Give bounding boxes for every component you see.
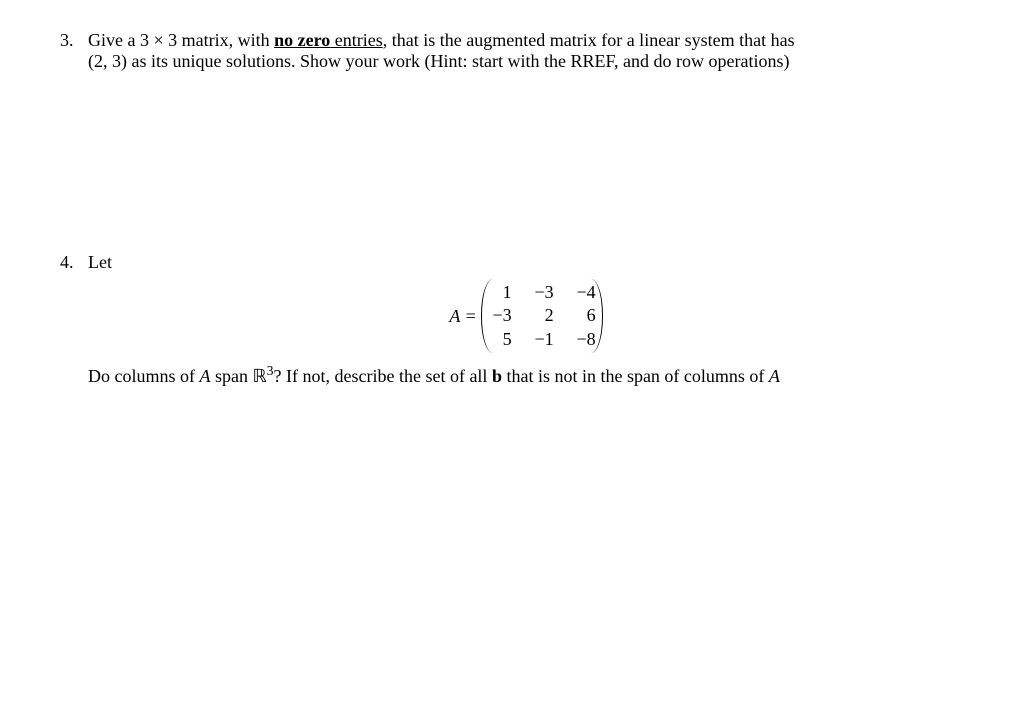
underlined-text: entries: [330, 30, 382, 50]
question-text: Do columns of A span ℝ3? If not, describ…: [88, 363, 964, 387]
problem-body: Let A = 1 −3 −4 −3 2 6 5 −1 −8 Do column…: [88, 252, 964, 387]
set-R: ℝ: [253, 366, 267, 386]
text-segment: that is not in the span of columns of: [502, 366, 769, 386]
text-segment: span: [211, 366, 253, 386]
problem-3: 3. Give a 3 × 3 matrix, with no zero ent…: [60, 30, 964, 72]
problem-4: 4. Let A = 1 −3 −4 −3 2 6 5 −1 −8 Do col…: [60, 252, 964, 387]
problem-number: 4.: [60, 252, 88, 387]
matrix-cell: 2: [530, 304, 554, 327]
matrix-cell: −4: [572, 281, 596, 304]
problem-body: Give a 3 × 3 matrix, with no zero entrie…: [88, 30, 964, 72]
matrix-equation: A = 1 −3 −4 −3 2 6 5 −1 −8: [88, 279, 964, 353]
matrix-A: 1 −3 −4 −3 2 6 5 −1 −8: [481, 279, 603, 353]
vector-b: b: [492, 366, 502, 386]
let-text: Let: [88, 252, 964, 273]
text-segment: (2, 3) as its unique solutions. Show you…: [88, 51, 790, 71]
matrix-cell: −8: [572, 328, 596, 351]
problem-number: 3.: [60, 30, 88, 72]
text-segment: ? If not, describe the set of all: [274, 366, 492, 386]
matrix-cell: 5: [488, 328, 512, 351]
superscript: 3: [267, 363, 274, 378]
text-segment: Do columns of: [88, 366, 200, 386]
underlined-text: no zero: [274, 30, 330, 50]
matrix-cell: −3: [488, 304, 512, 327]
matrix-cell: −3: [530, 281, 554, 304]
variable-A: A: [200, 366, 211, 386]
matrix-cell: 1: [488, 281, 512, 304]
matrix-cell: −1: [530, 328, 554, 351]
text-segment: Give a 3 × 3 matrix, with: [88, 30, 274, 50]
variable-A: A: [769, 366, 780, 386]
text-segment: , that is the augmented matrix for a lin…: [383, 30, 795, 50]
matrix-cell: 6: [572, 304, 596, 327]
matrix-lhs: A =: [449, 306, 476, 327]
